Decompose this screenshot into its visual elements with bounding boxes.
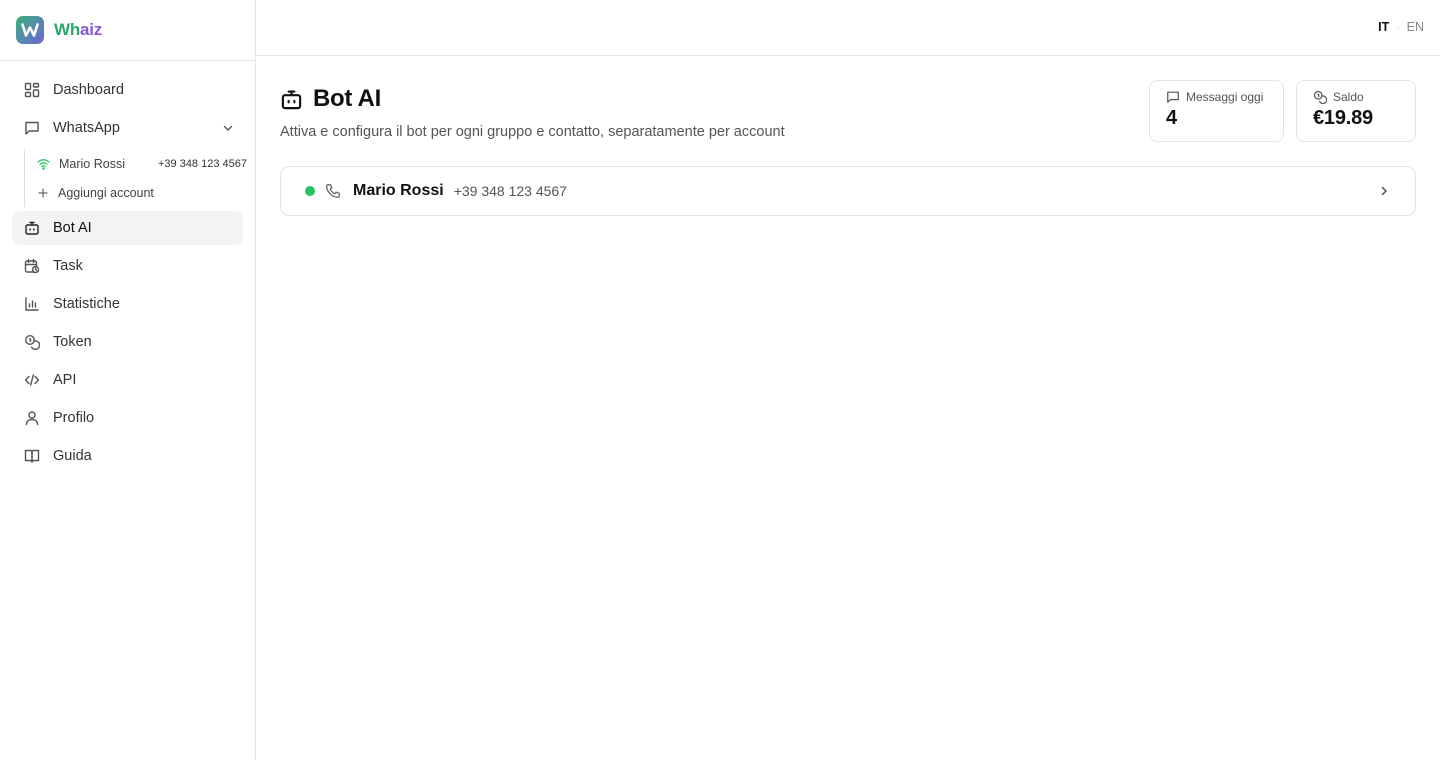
sidebar-item-profilo[interactable]: Profilo bbox=[12, 401, 243, 435]
sidebar-item-task[interactable]: Task bbox=[12, 249, 243, 283]
plus-icon bbox=[37, 187, 49, 199]
brand-name: Whaiz bbox=[54, 20, 102, 40]
balance-label: Saldo bbox=[1333, 90, 1364, 104]
subnav-account-name: Mario Rossi bbox=[59, 156, 125, 171]
sidebar-item-label: Guida bbox=[53, 448, 92, 464]
sidebar-item-guida[interactable]: Guida bbox=[12, 439, 243, 473]
language-switcher: IT · EN bbox=[1378, 20, 1424, 34]
sidebar-item-label: Statistiche bbox=[53, 296, 120, 312]
chevron-right-icon[interactable] bbox=[1377, 184, 1391, 198]
dashboard-icon bbox=[24, 82, 40, 98]
lang-it-button[interactable]: IT bbox=[1378, 20, 1389, 34]
account-phone: +39 348 123 4567 bbox=[453, 183, 567, 199]
user-icon bbox=[24, 410, 40, 426]
sidebar: Whaiz Dashboard WhatsApp Mario Rossi +39… bbox=[0, 0, 256, 760]
messages-today-label: Messaggi oggi bbox=[1186, 90, 1264, 104]
subnav-account-item[interactable]: Mario Rossi +39 348 123 4567 bbox=[33, 149, 247, 178]
sidebar-item-api[interactable]: API bbox=[12, 363, 243, 397]
calendar-clock-icon bbox=[24, 258, 40, 274]
message-icon bbox=[1166, 90, 1180, 104]
page-title: Bot AI bbox=[313, 85, 381, 112]
wifi-icon bbox=[37, 158, 50, 170]
balance-card: Saldo €19.89 bbox=[1296, 80, 1416, 142]
subnav-account-phone: +39 348 123 4567 bbox=[157, 157, 247, 170]
sidebar-item-label: WhatsApp bbox=[53, 120, 120, 136]
coins-icon bbox=[24, 334, 40, 350]
chat-icon bbox=[24, 120, 40, 136]
add-account-button[interactable]: Aggiungi account bbox=[33, 178, 243, 207]
messages-today-card: Messaggi oggi 4 bbox=[1149, 80, 1284, 142]
stats-cards: Messaggi oggi 4 Saldo €19.89 bbox=[1149, 80, 1416, 142]
whatsapp-subnav: Mario Rossi +39 348 123 4567 Aggiungi ac… bbox=[24, 149, 247, 207]
code-icon bbox=[24, 372, 40, 388]
status-dot bbox=[305, 186, 315, 196]
account-name: Mario Rossi bbox=[353, 182, 444, 199]
sidebar-item-dashboard[interactable]: Dashboard bbox=[12, 73, 243, 107]
sidebar-item-label: Bot AI bbox=[53, 220, 92, 236]
lang-en-button[interactable]: EN bbox=[1407, 20, 1424, 34]
sidebar-item-label: Token bbox=[53, 334, 92, 350]
book-icon bbox=[24, 448, 40, 464]
chevron-down-icon[interactable] bbox=[221, 121, 235, 135]
phone-icon bbox=[325, 183, 341, 199]
account-row[interactable]: Mario Rossi +39 348 123 4567 bbox=[280, 166, 1416, 216]
brand-header: Whaiz bbox=[0, 0, 255, 61]
sidebar-item-label: Profilo bbox=[53, 410, 95, 426]
sidebar-item-token[interactable]: Token bbox=[12, 325, 243, 359]
sidebar-item-label: API bbox=[53, 372, 77, 388]
sidebar-nav: Dashboard WhatsApp Mario Rossi +39 348 1… bbox=[0, 61, 255, 473]
bot-icon bbox=[24, 220, 40, 236]
sidebar-item-statistiche[interactable]: Statistiche bbox=[12, 287, 243, 321]
messages-today-value: 4 bbox=[1166, 107, 1177, 129]
balance-value: €19.89 bbox=[1313, 107, 1373, 129]
brand-name-part2: aiz bbox=[80, 20, 103, 39]
lang-separator: · bbox=[1396, 21, 1400, 33]
coins-icon bbox=[1313, 90, 1327, 104]
sidebar-item-label: Dashboard bbox=[53, 82, 124, 98]
sidebar-item-label: Task bbox=[53, 258, 83, 274]
add-account-label: Aggiungi account bbox=[58, 185, 154, 200]
topbar: IT · EN bbox=[256, 0, 1440, 56]
sidebar-item-bot-ai[interactable]: Bot AI bbox=[12, 211, 243, 245]
bot-icon bbox=[280, 88, 303, 111]
brand-name-part1: Wh bbox=[54, 20, 81, 39]
main-content: Bot AI Attiva e configura il bot per ogn… bbox=[280, 80, 1416, 216]
whaiz-logo[interactable] bbox=[16, 16, 44, 44]
sidebar-item-whatsapp[interactable]: WhatsApp bbox=[12, 111, 243, 145]
bar-chart-icon bbox=[24, 296, 40, 312]
